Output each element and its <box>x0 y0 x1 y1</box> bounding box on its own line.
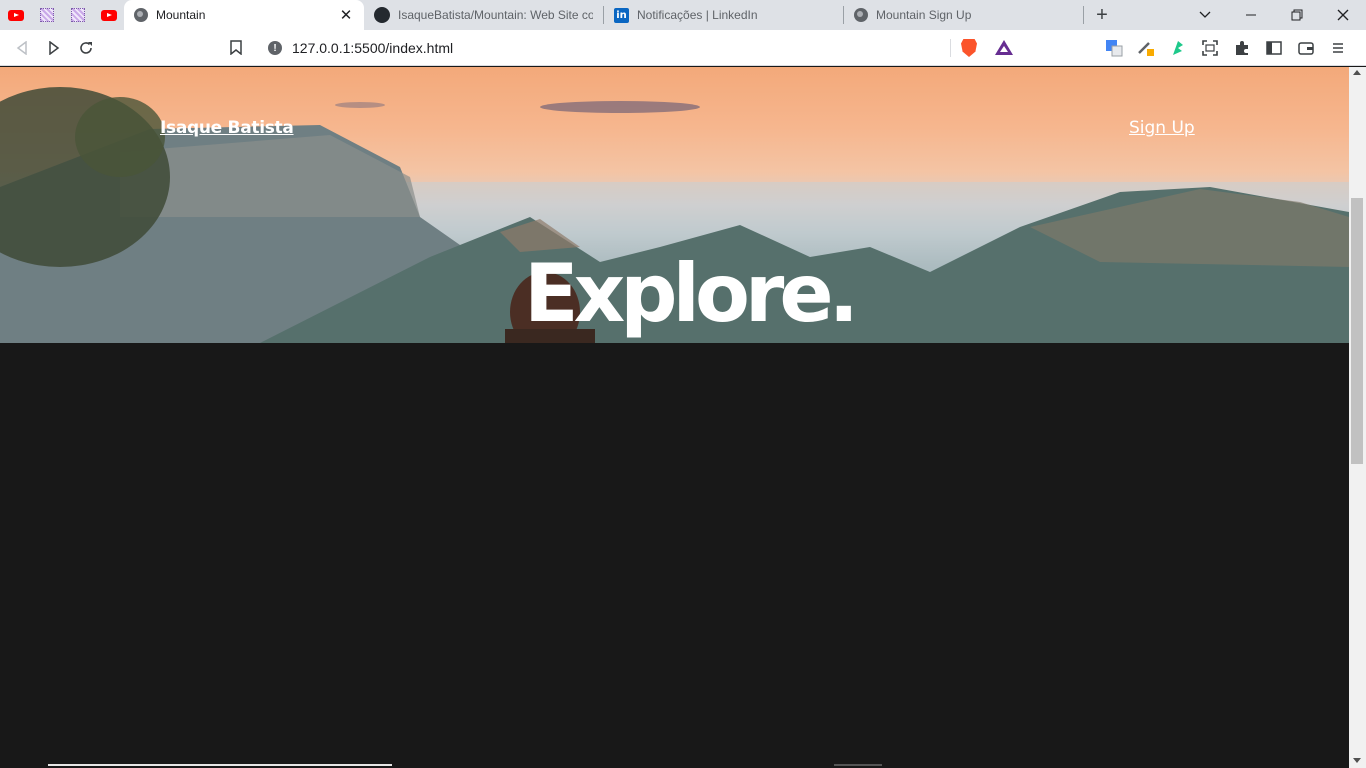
restore-icon <box>1291 9 1303 21</box>
pinned-tab-extension-2[interactable] <box>62 0 93 30</box>
window-controls <box>1182 0 1366 30</box>
wallet-icon <box>1298 42 1314 55</box>
tab-title: Notificações | LinkedIn <box>637 8 758 22</box>
web-page: Isaque Batista Sign Up Explore. <box>0 67 1349 768</box>
extensions-menu-button[interactable] <box>1226 32 1258 64</box>
close-window-button[interactable] <box>1320 0 1366 30</box>
close-tab-icon[interactable]: ✕ <box>338 6 354 24</box>
capture-icon <box>1202 40 1218 56</box>
bookmark-button[interactable] <box>220 32 252 64</box>
eyedropper-icon <box>1138 42 1154 56</box>
divider <box>834 764 882 766</box>
restore-button[interactable] <box>1274 0 1320 30</box>
tab-mountain-signup[interactable]: Mountain Sign Up <box>844 0 1083 30</box>
wallet-button[interactable] <box>1290 32 1322 64</box>
translate-icon <box>1106 40 1123 57</box>
puzzle-icon <box>1236 41 1248 55</box>
forward-button[interactable] <box>38 32 70 64</box>
globe-icon <box>854 8 868 22</box>
scroll-up-arrow-icon[interactable] <box>1353 70 1361 75</box>
tab-strip: Mountain ✕ IsaqueBatista/Mountain: Web S… <box>0 0 1366 30</box>
hero-banner: Isaque Batista Sign Up Explore. <box>0 67 1349 343</box>
pinned-tab-youtube-1[interactable] <box>0 0 31 30</box>
main-menu-button[interactable] <box>1322 32 1354 64</box>
tab-linkedin[interactable]: in Notificações | LinkedIn <box>604 0 843 30</box>
translate-extension-button[interactable] <box>1098 32 1130 64</box>
globe-icon <box>134 8 148 22</box>
address-bar[interactable]: ! 127.0.0.1:5500/index.html <box>258 33 1022 63</box>
back-button[interactable] <box>6 32 38 64</box>
reload-icon <box>80 41 92 54</box>
extension-favicon-icon <box>39 8 54 22</box>
divider <box>950 39 951 57</box>
extension-favicon-icon <box>70 8 85 22</box>
scrollbar-thumb[interactable] <box>1351 198 1363 464</box>
forward-arrow-icon <box>49 40 60 55</box>
pinned-tab-youtube-2[interactable] <box>93 0 124 30</box>
reload-button[interactable] <box>70 32 102 64</box>
url-text: 127.0.0.1:5500/index.html <box>292 40 454 56</box>
hamburger-menu-icon <box>1333 43 1343 53</box>
youtube-icon <box>100 9 117 21</box>
sidebar-icon <box>1266 41 1282 55</box>
signup-link[interactable]: Sign Up <box>1129 118 1195 138</box>
new-tab-button[interactable]: + <box>1084 0 1120 30</box>
pinned-tab-extension-1[interactable] <box>31 0 62 30</box>
scroll-down-arrow-icon[interactable] <box>1353 758 1361 763</box>
youtube-icon <box>7 9 24 21</box>
github-icon <box>374 7 390 23</box>
chevron-down-icon <box>1199 11 1211 18</box>
minimize-button[interactable] <box>1228 0 1274 30</box>
brave-rewards-icon[interactable] <box>995 40 1013 55</box>
sidebar-button[interactable] <box>1258 32 1290 64</box>
brand-link[interactable]: Isaque Batista <box>160 118 294 138</box>
tab-github[interactable]: IsaqueBatista/Mountain: Web Site com <box>364 0 603 30</box>
close-icon <box>1337 9 1349 21</box>
extensions-area <box>1098 32 1354 64</box>
tab-search-button[interactable] <box>1182 0 1228 30</box>
minimize-icon <box>1246 14 1256 16</box>
back-arrow-icon <box>16 40 27 55</box>
tab-mountain[interactable]: Mountain ✕ <box>124 0 364 30</box>
screenshot-extension-button[interactable] <box>1194 32 1226 64</box>
divider <box>48 764 392 766</box>
info-icon[interactable]: ! <box>268 41 282 55</box>
browser-toolbar: ! 127.0.0.1:5500/index.html <box>0 30 1366 66</box>
tab-title: Mountain Sign Up <box>876 8 972 22</box>
tab-title: IsaqueBatista/Mountain: Web Site com <box>398 8 593 22</box>
brave-shields-icon[interactable] <box>961 39 977 57</box>
eyedropper-extension-button[interactable] <box>1130 32 1162 64</box>
tab-title: Mountain <box>156 8 206 22</box>
green-extension-button[interactable] <box>1162 32 1194 64</box>
leaf-extension-icon <box>1173 41 1183 55</box>
linkedin-icon: in <box>614 7 629 23</box>
bookmark-icon <box>230 40 242 55</box>
vertical-scrollbar[interactable] <box>1349 67 1366 768</box>
hero-title: Explore. <box>524 247 859 340</box>
